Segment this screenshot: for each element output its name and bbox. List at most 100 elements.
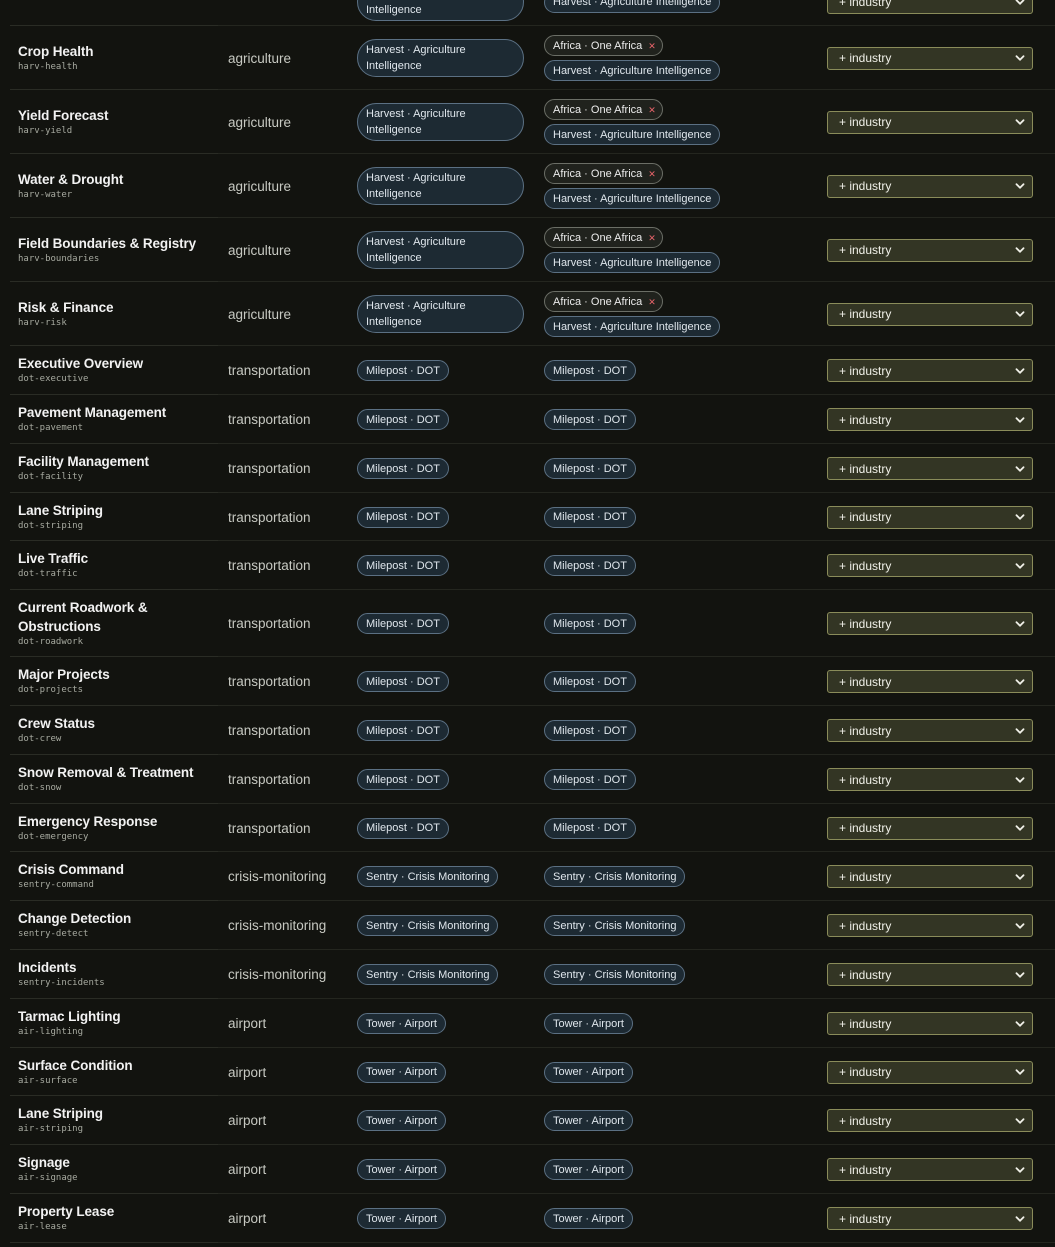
select-cell: + industry bbox=[827, 1048, 1033, 1096]
page-name: Change Detection bbox=[18, 911, 132, 926]
add-industry-label: + industry bbox=[839, 243, 892, 257]
add-industry-select[interactable]: + industry bbox=[827, 0, 1033, 14]
page-name-cell: Incidents sentry-incidents bbox=[10, 950, 218, 999]
add-industry-select[interactable]: + industry bbox=[827, 238, 1033, 262]
add-industry-select[interactable]: + industry bbox=[827, 914, 1033, 937]
add-industry-select[interactable]: + industry bbox=[827, 816, 1033, 840]
page-name: Lane Striping bbox=[18, 502, 103, 518]
category-label: airport bbox=[228, 1016, 267, 1031]
app-badge: Harvest · Agriculture Intelligence bbox=[357, 39, 524, 77]
app-cell: Sentry · Crisis Monitoring bbox=[357, 950, 499, 999]
add-industry-label: + industry bbox=[839, 412, 892, 427]
add-industry-select[interactable]: + industry bbox=[827, 1109, 1033, 1132]
tags-cell: Tower · Airport bbox=[544, 1048, 633, 1096]
add-industry-select[interactable]: + industry bbox=[827, 408, 1033, 431]
page-table: Harvest · Agriculture Intelligence Harves… bbox=[0, 0, 1055, 1243]
select-cell: + industry bbox=[827, 1145, 1033, 1194]
add-industry-label: + industry bbox=[839, 772, 892, 787]
app-cell: Milepost · DOT bbox=[357, 395, 449, 444]
category-label: airport bbox=[228, 1113, 267, 1128]
app-badge: Milepost · DOT bbox=[357, 720, 449, 741]
chevron-down-icon bbox=[1015, 247, 1025, 253]
app-tag: Tower · Airport bbox=[544, 1061, 633, 1083]
page-name-cell: Executive Overview dot-executive bbox=[10, 346, 218, 395]
add-industry-select[interactable]: + industry bbox=[827, 719, 1033, 742]
page-name-cell: Current Roadwork & Obstructions dot-roadw… bbox=[10, 590, 218, 657]
page-name-cell: Live Traffic dot-traffic bbox=[10, 541, 218, 590]
add-industry-select[interactable]: + industry bbox=[827, 1207, 1033, 1230]
add-industry-select[interactable]: + industry bbox=[827, 865, 1033, 888]
chevron-down-icon bbox=[1015, 562, 1025, 569]
category-label: agriculture bbox=[228, 306, 292, 322]
app-tag: Milepost · DOT bbox=[544, 671, 636, 692]
page-id: dot-pavement bbox=[18, 423, 84, 433]
chevron-down-icon bbox=[1015, 1166, 1025, 1173]
add-industry-select[interactable]: + industry bbox=[827, 963, 1033, 986]
app-badge: Milepost · DOT bbox=[357, 769, 449, 790]
tags-cell: Tower · Airport bbox=[544, 1194, 633, 1243]
remove-icon[interactable]: ✕ bbox=[648, 232, 656, 244]
tags-cell: Milepost · DOT bbox=[544, 755, 636, 804]
chevron-down-icon bbox=[1015, 311, 1025, 317]
app-cell: Milepost · DOT bbox=[357, 493, 449, 541]
add-industry-select[interactable]: + industry bbox=[827, 1012, 1033, 1035]
app-badge: Harvest · Agriculture Intelligence bbox=[357, 231, 524, 269]
add-industry-select[interactable]: + industry bbox=[827, 612, 1033, 635]
tags-cell: Tower · Airport bbox=[544, 1096, 633, 1145]
add-industry-select[interactable]: + industry bbox=[827, 554, 1033, 577]
add-industry-select[interactable]: + industry bbox=[827, 359, 1033, 382]
page-name-cell: Major Projects dot-projects bbox=[10, 657, 218, 706]
add-industry-select[interactable]: + industry bbox=[827, 302, 1033, 326]
tags-cell: Tower · Airport bbox=[544, 1145, 633, 1194]
page-name: Major Projects bbox=[18, 667, 110, 682]
page-name-cell: Tarmac Lighting air-lighting bbox=[10, 999, 218, 1048]
chevron-down-icon bbox=[1015, 971, 1025, 978]
tags-cell: Milepost · DOT bbox=[544, 706, 636, 755]
tags-cell: Sentry · Crisis Monitoring bbox=[544, 901, 686, 950]
page-name-cell: Signage air-signage bbox=[10, 1145, 218, 1194]
chevron-down-icon bbox=[1015, 119, 1025, 125]
remove-icon[interactable]: ✕ bbox=[648, 104, 656, 116]
add-industry-select[interactable]: + industry bbox=[827, 1060, 1033, 1084]
table-row: Major Projects dot-projects transportation… bbox=[0, 657, 1055, 706]
tags-cell: Africa · One Africa ✕ Harvest · Agricultur… bbox=[544, 26, 721, 90]
add-industry-select[interactable]: + industry bbox=[827, 46, 1033, 70]
tags-cell: Africa · One Africa ✕ Harvest · Agricultur… bbox=[544, 154, 721, 218]
add-industry-select[interactable]: + industry bbox=[827, 110, 1033, 134]
chevron-down-icon bbox=[1015, 55, 1025, 61]
add-industry-select[interactable]: + industry bbox=[827, 768, 1033, 791]
app-cell: Sentry · Crisis Monitoring bbox=[357, 852, 499, 901]
chevron-down-icon bbox=[1015, 183, 1025, 189]
tags-cell: Milepost · DOT bbox=[544, 657, 636, 706]
add-industry-select[interactable]: + industry bbox=[827, 1158, 1033, 1181]
app-badge: Milepost · DOT bbox=[357, 671, 449, 692]
chevron-down-icon bbox=[1015, 620, 1025, 627]
page-name-cell: Field Boundaries & Registry harv-boundari… bbox=[10, 218, 218, 282]
page-id: air-lighting bbox=[18, 1027, 84, 1037]
add-industry-select[interactable]: + industry bbox=[827, 457, 1033, 480]
page-id: dot-facility bbox=[18, 472, 84, 482]
remove-icon[interactable]: ✕ bbox=[648, 40, 656, 52]
app-cell: Harvest · Agriculture Intelligence bbox=[357, 0, 524, 26]
page-name-cell: Yield Forecast harv-yield bbox=[10, 90, 218, 154]
add-industry-select[interactable]: + industry bbox=[827, 505, 1033, 529]
chevron-down-icon bbox=[1015, 0, 1025, 5]
region-tag-label: Africa · One Africa bbox=[553, 295, 643, 308]
select-cell: + industry bbox=[827, 590, 1033, 657]
page-name: Crew Status bbox=[18, 716, 95, 731]
chevron-down-icon bbox=[1015, 1020, 1025, 1027]
remove-icon[interactable]: ✕ bbox=[648, 168, 656, 180]
add-industry-select[interactable]: + industry bbox=[827, 670, 1033, 693]
select-cell: + industry bbox=[827, 218, 1033, 282]
app-badge: Sentry · Crisis Monitoring bbox=[357, 915, 499, 936]
category-label: transportation bbox=[228, 509, 311, 525]
remove-icon[interactable]: ✕ bbox=[648, 296, 656, 308]
app-cell: Milepost · DOT bbox=[357, 590, 449, 657]
chevron-down-icon bbox=[1015, 873, 1025, 880]
select-cell: + industry bbox=[827, 282, 1033, 346]
category-label: transportation bbox=[228, 616, 311, 631]
app-cell: Milepost · DOT bbox=[357, 804, 449, 852]
app-tag: Milepost · DOT bbox=[544, 555, 636, 576]
page-name: Field Boundaries & Registry bbox=[18, 235, 197, 251]
add-industry-select[interactable]: + industry bbox=[827, 174, 1033, 198]
